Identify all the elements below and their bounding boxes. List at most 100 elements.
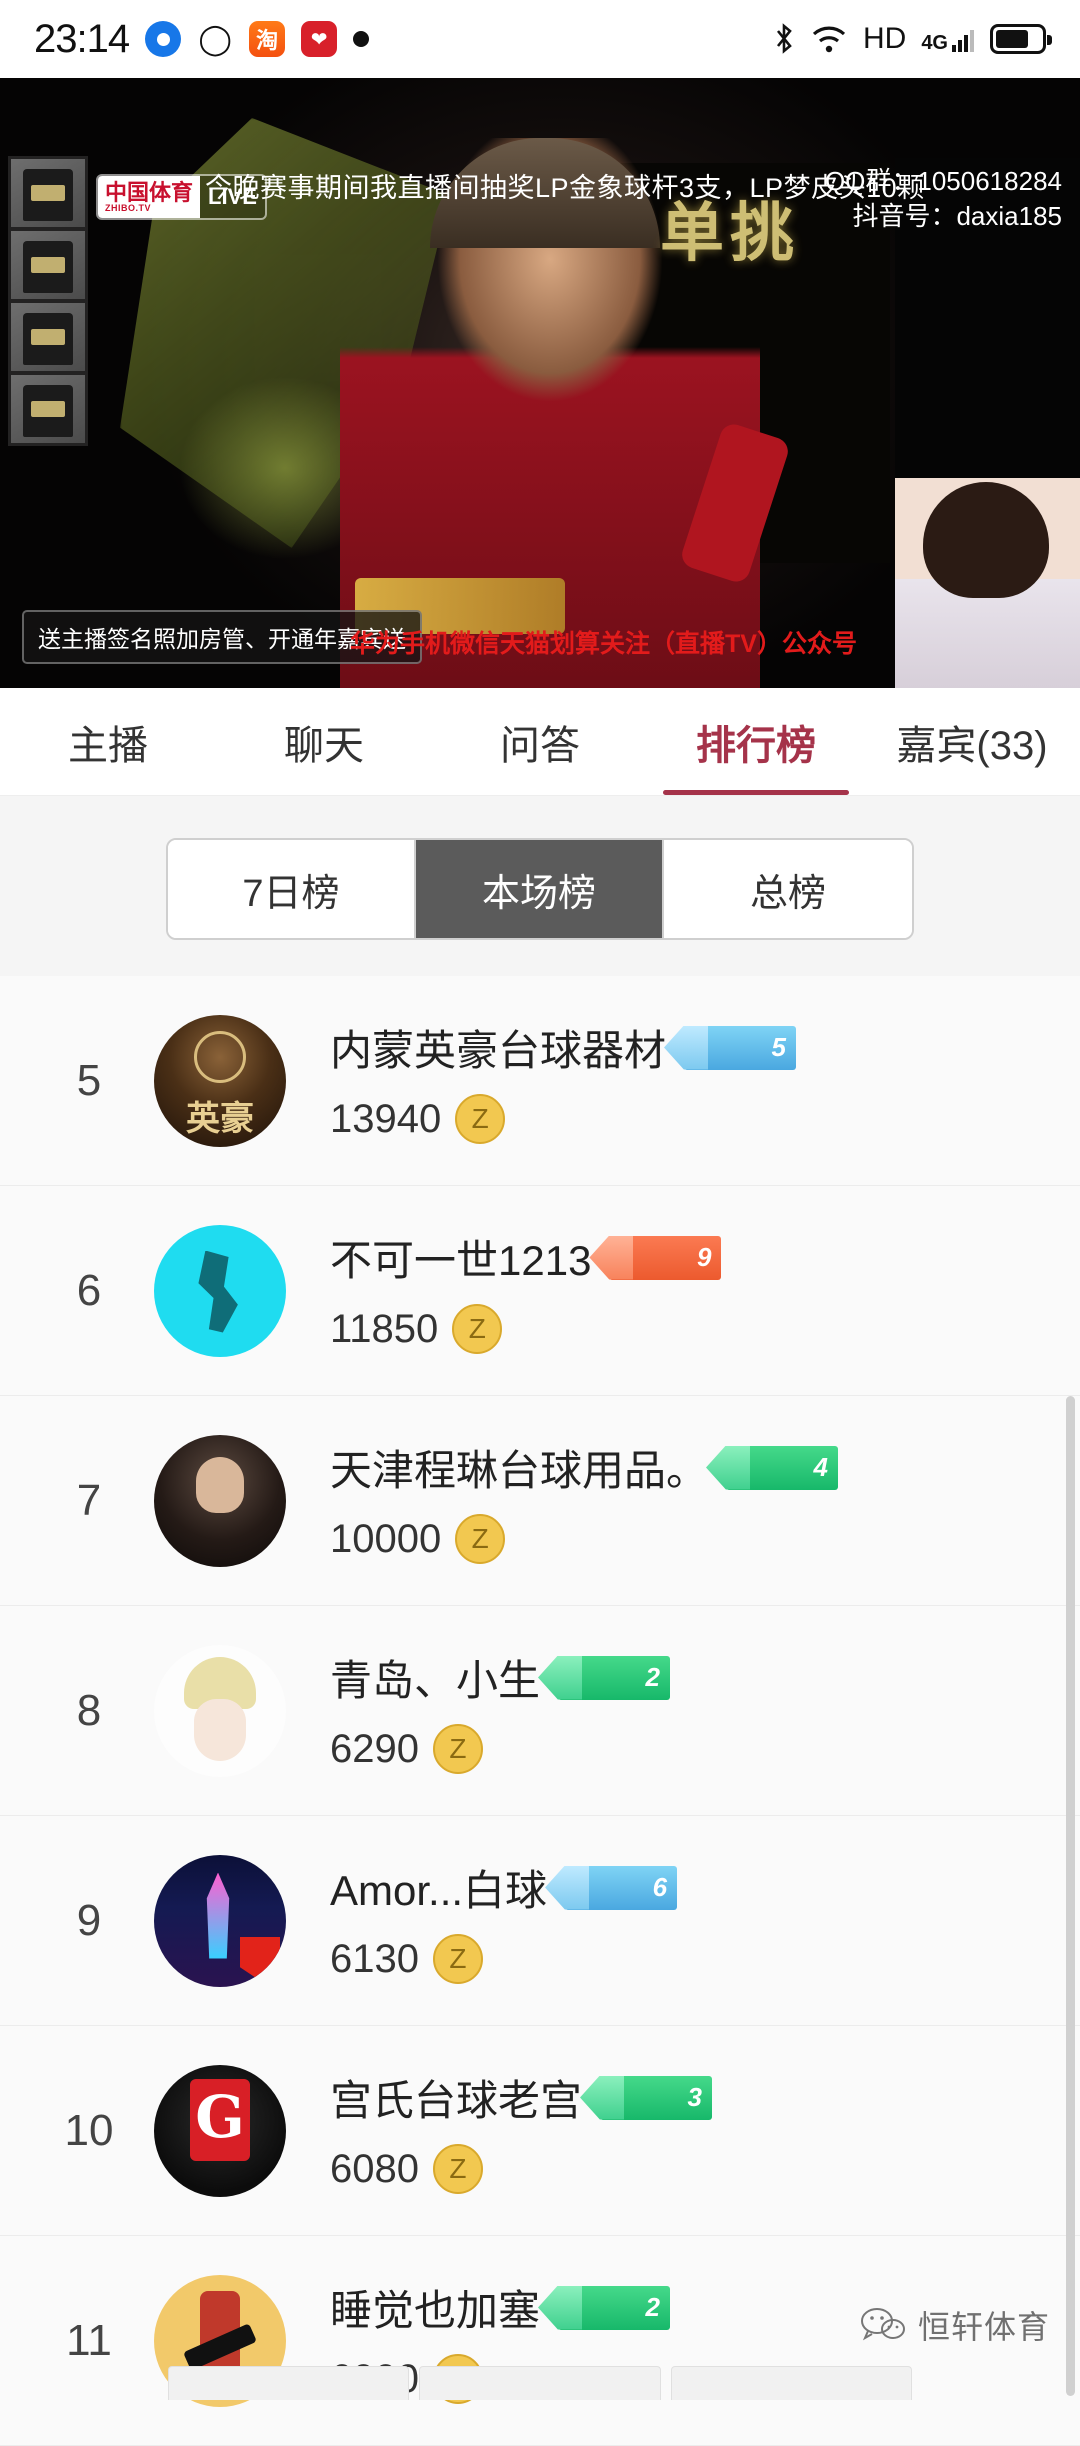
avatar[interactable] [154,1434,286,1567]
level-badge: 2 [558,2285,671,2330]
score-value: 6290 [330,1726,419,1771]
tab-ranking[interactable]: 排行榜 [648,688,864,795]
rank-number: 5 [76,1055,102,1105]
avatar[interactable] [154,2064,286,2197]
score-line: 10000 Z [330,1514,838,1564]
segmented-control[interactable]: 7日榜 本场榜 总榜 [166,838,914,940]
level-badge: 6 [565,1865,678,1910]
product-thumbnail-strip[interactable] [8,156,88,446]
segment-total[interactable]: 总榜 [664,840,912,938]
avatar[interactable] [154,1014,286,1147]
row-info: 天津程琳台球用品。 4 10000 Z [330,1437,839,1564]
browser-icon [145,21,182,57]
ranking-filter-bar: 7日榜 本场榜 总榜 [0,796,1080,976]
tab-guests[interactable]: 嘉宾(33) [864,688,1080,795]
announcement-marquee: 今晚赛事期间我直播间抽奖LP金象球杆3支，LP梦皮头10颗 [205,173,925,203]
tab-anchor[interactable]: 主播 [0,688,216,795]
row-info: 不可一世1213 9 11850 Z [330,1227,722,1354]
name-line: 不可一世1213 9 [330,1227,722,1288]
dot-icon [353,31,370,47]
name-line: 内蒙英豪台球器材 5 [330,1017,797,1078]
level-badge: 5 [684,1025,797,1070]
live-badge-brand-sub: ZHIBO.TV [105,202,151,213]
avatar[interactable] [154,1644,286,1777]
table-row[interactable]: 10 宫氏台球老宫 3 6080 Z [0,2026,1080,2236]
video-player[interactable]: 单挑 中国体育 ZHIBO.TV LIVE 今晚赛事期间我直播间抽奖LP金象球杆… [0,78,1080,688]
live-badge-brand-main: 中国体育 [105,179,194,205]
status-bar-right: HD 4G [773,22,1052,56]
bottom-panel-cell[interactable] [168,2366,410,2400]
name-line: 青岛、小生 2 [330,1647,671,1708]
user-name: 青岛、小生 [330,1657,541,1704]
watermark: 恒轩体育 [860,2302,1050,2348]
coin-icon: Z [432,1724,483,1774]
score-value: 11850 [330,1306,439,1351]
name-line: 睡觉也加塞 2 [330,2277,671,2338]
rank-number: 6 [76,1265,102,1315]
segment-7day[interactable]: 7日榜 [168,840,416,938]
avatar[interactable] [154,1854,286,1987]
qq-group-text: QQ群：1050618284 [824,166,1062,196]
rank-number: 7 [76,1475,102,1525]
taobao-icon: 淘 [249,21,286,57]
douyin-id-text: 抖音号：daxia185 [852,201,1062,232]
tab-qa[interactable]: 问答 [432,688,648,795]
rank-number: 9 [76,1895,102,1945]
coin-icon: Z [432,2144,483,2194]
battery-icon [990,24,1052,54]
name-line: 宫氏台球老宫 3 [330,2067,713,2128]
score-line: 6290 Z [330,1724,670,1774]
user-name: 睡觉也加塞 [330,2287,541,2334]
level-badge: 4 [726,1445,839,1490]
user-name: 宫氏台球老宫 [330,2077,583,2124]
ranking-list[interactable]: 5 内蒙英豪台球器材 5 13940 Z 6 不可一世1213 9 11850 … [0,976,1080,2446]
status-bar: 23:14 ◯ 淘 ❤ HD 4G [0,0,1080,78]
score-value: 6130 [330,1936,419,1981]
4g-signal-icon: 4G [921,25,975,53]
qq-icon: ◯ [198,22,232,56]
scrolling-red-notice: 华为手机微信天猫划算关注（直播TV）公众号 [350,630,857,658]
main-tab-bar[interactable]: 主播 聊天 问答 排行榜 嘉宾(33) [0,688,1080,796]
scrollbar[interactable] [1066,1396,1075,2396]
table-row[interactable]: 5 内蒙英豪台球器材 5 13940 Z [0,976,1080,1186]
tab-chat[interactable]: 聊天 [216,688,432,795]
product-thumbnail[interactable] [11,303,85,371]
heart-app-icon: ❤ [301,21,338,57]
table-row[interactable]: 9 Amor...白球 6 6130 Z [0,1816,1080,2026]
coin-icon: Z [452,1304,503,1354]
video-host-inset [895,478,1080,688]
segment-current-match[interactable]: 本场榜 [416,840,664,938]
wifi-icon [812,26,846,53]
table-row[interactable]: 7 天津程琳台球用品。 4 10000 Z [0,1396,1080,1606]
level-badge: 2 [558,1655,671,1700]
product-thumbnail[interactable] [11,159,85,227]
network-label: 4G [921,32,948,54]
level-badge: 9 [609,1235,722,1280]
user-name: 内蒙英豪台球器材 [330,1027,667,1074]
row-info: 宫氏台球老宫 3 6080 Z [330,2067,713,2194]
level-badge: 3 [600,2075,713,2120]
bottom-panel-cell[interactable] [419,2366,661,2400]
score-line: 6080 Z [330,2144,712,2194]
bottom-partial-panel[interactable] [168,2366,912,2400]
score-line: 11850 Z [330,1304,721,1354]
bluetooth-icon [776,23,792,54]
product-thumbnail[interactable] [11,375,85,443]
table-row[interactable]: 8 青岛、小生 2 6290 Z [0,1606,1080,1816]
row-info: 内蒙英豪台球器材 5 13940 Z [330,1017,797,1144]
score-value: 6080 [330,2146,419,2191]
product-thumbnail[interactable] [11,231,85,299]
table-row[interactable]: 6 不可一世1213 9 11850 Z [0,1186,1080,1396]
name-line: 天津程琳台球用品。 4 [330,1437,839,1498]
row-info: Amor...白球 6 6130 Z [330,1857,678,1984]
watermark-text: 恒轩体育 [917,2309,1050,2345]
bottom-panel-cell[interactable] [670,2366,912,2400]
coin-icon: Z [455,1094,506,1144]
hd-icon: HD [862,22,907,55]
user-name: Amor...白球 [330,1867,548,1914]
row-info: 青岛、小生 2 6290 Z [330,1647,671,1774]
name-line: Amor...白球 6 [330,1857,678,1918]
wechat-icon [860,2308,905,2341]
coin-icon: Z [432,1934,483,1984]
avatar[interactable] [154,1224,286,1357]
